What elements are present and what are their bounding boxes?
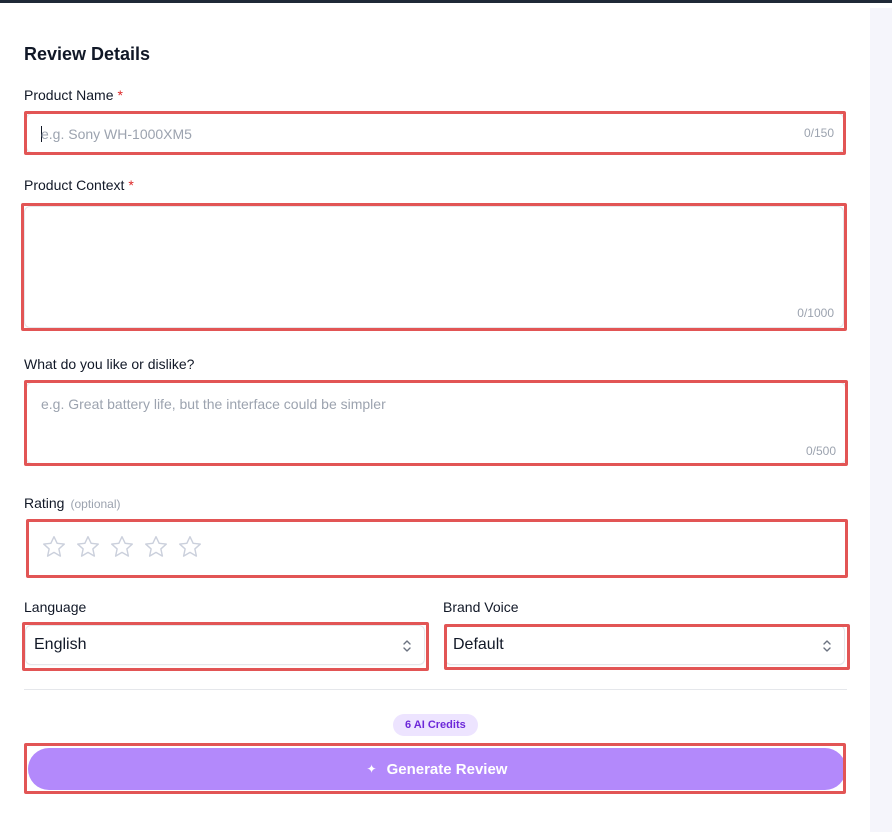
section-divider: [24, 689, 847, 690]
highlight-product-name: [24, 111, 846, 155]
highlight-product-context: [21, 203, 847, 331]
highlight-generate-button: [24, 743, 846, 794]
required-mark: *: [128, 177, 134, 193]
page-title: Review Details: [24, 44, 151, 64]
top-bar: [0, 0, 892, 3]
highlight-rating: [26, 519, 848, 578]
rating-label: Rating (optional): [24, 495, 121, 511]
brand-voice-label: Brand Voice: [443, 599, 519, 615]
likes-dislikes-label: What do you like or dislike?: [24, 356, 195, 372]
product-context-label: Product Context *: [24, 177, 134, 193]
required-mark: *: [117, 87, 123, 103]
product-name-label: Product Name *: [24, 87, 123, 103]
ai-credits-badge: 6 AI Credits: [393, 714, 478, 736]
right-scroll-strip: [870, 8, 892, 832]
optional-hint: (optional): [70, 497, 121, 511]
highlight-brand-voice: [444, 624, 850, 670]
highlight-likes-dislikes: [24, 380, 848, 466]
highlight-language: [22, 622, 429, 671]
language-label: Language: [24, 599, 87, 615]
